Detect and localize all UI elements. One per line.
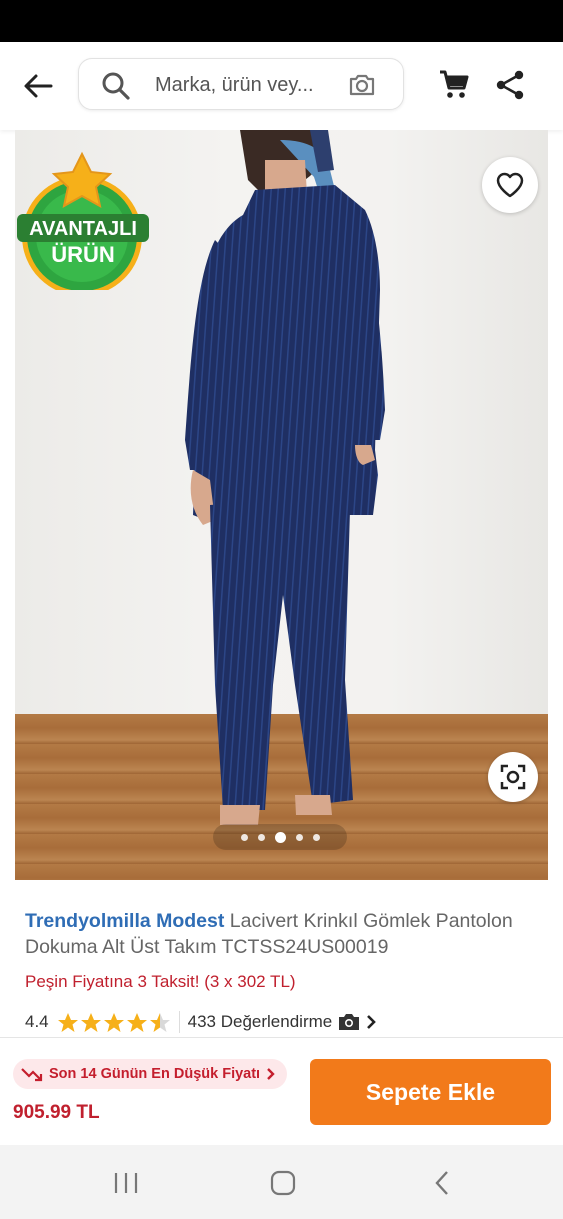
product-brand-link[interactable]: Trendyolmilla Modest <box>25 910 224 932</box>
advantage-product-badge: AVANTAJLI ÜRÜN <box>17 151 149 290</box>
pagination-dot[interactable] <box>257 833 265 841</box>
search-box[interactable] <box>78 58 404 110</box>
pagination-dot[interactable] <box>295 833 303 841</box>
reviews-link[interactable]: 433 Değerlendirme <box>188 1012 377 1032</box>
image-pagination-dots[interactable] <box>213 824 347 850</box>
recent-apps-icon <box>114 1173 138 1193</box>
star-half-icon <box>149 1012 170 1032</box>
review-count: 433 Değerlendirme <box>187 1012 333 1031</box>
share-icon[interactable] <box>495 70 525 100</box>
badge-text-bottom: ÜRÜN <box>51 242 115 267</box>
pagination-dot[interactable] <box>240 833 248 841</box>
favorite-button[interactable] <box>482 157 538 213</box>
heart-icon <box>496 172 524 198</box>
lowest-price-badge[interactable]: Son 14 Günün En Düşük Fiyatı <box>13 1059 288 1089</box>
chevron-right-icon <box>367 1015 377 1029</box>
visual-search-button[interactable] <box>488 752 538 802</box>
recent-apps-button[interactable] <box>104 1167 148 1199</box>
pagination-dot-active[interactable] <box>274 831 286 843</box>
system-navigation-bar <box>0 1145 563 1219</box>
back-arrow-icon <box>24 74 53 98</box>
star-icon <box>80 1012 101 1032</box>
rating-row[interactable]: 4.4 433 Değerlendirme <box>25 1010 377 1034</box>
home-icon <box>270 1170 296 1196</box>
home-button[interactable] <box>261 1167 305 1199</box>
top-bar <box>0 42 563 130</box>
price: 905.99 TL <box>13 1102 100 1123</box>
rating-score: 4.4 <box>25 1012 49 1031</box>
cart-icon[interactable] <box>438 68 470 100</box>
star-icon <box>126 1012 147 1032</box>
add-to-cart-button[interactable]: Sepete Ekle <box>310 1059 551 1125</box>
product-title: Trendyolmilla Modest Lacivert Krinkıl Gö… <box>25 908 545 960</box>
installment-offer: Peşin Fiyatına 3 Taksit! (3 x 302 TL) <box>25 972 296 991</box>
rating-stars <box>57 1012 171 1033</box>
back-button[interactable] <box>18 68 58 104</box>
star-icon <box>103 1012 124 1032</box>
purchase-bar: Son 14 Günün En Düşük Fiyatı 905.99 TL S… <box>0 1037 563 1145</box>
photo-camera-icon <box>339 1014 360 1030</box>
star-icon <box>57 1012 78 1032</box>
system-back-button[interactable] <box>420 1167 464 1199</box>
lowest-price-label: Son 14 Günün En Düşük Fiyatı <box>49 1066 261 1082</box>
system-back-icon <box>435 1171 448 1195</box>
search-input[interactable] <box>155 71 335 99</box>
camera-icon[interactable] <box>347 71 377 99</box>
trend-down-icon <box>21 1068 43 1082</box>
rating-divider <box>178 1011 180 1033</box>
pagination-dot[interactable] <box>312 833 320 841</box>
status-bar <box>0 0 563 42</box>
chevron-right-icon <box>267 1068 275 1080</box>
badge-text-top: AVANTAJLI <box>29 218 137 240</box>
search-icon <box>102 72 130 100</box>
product-image-gallery[interactable]: AVANTAJLI ÜRÜN <box>15 130 548 880</box>
visual-search-icon <box>500 764 526 790</box>
